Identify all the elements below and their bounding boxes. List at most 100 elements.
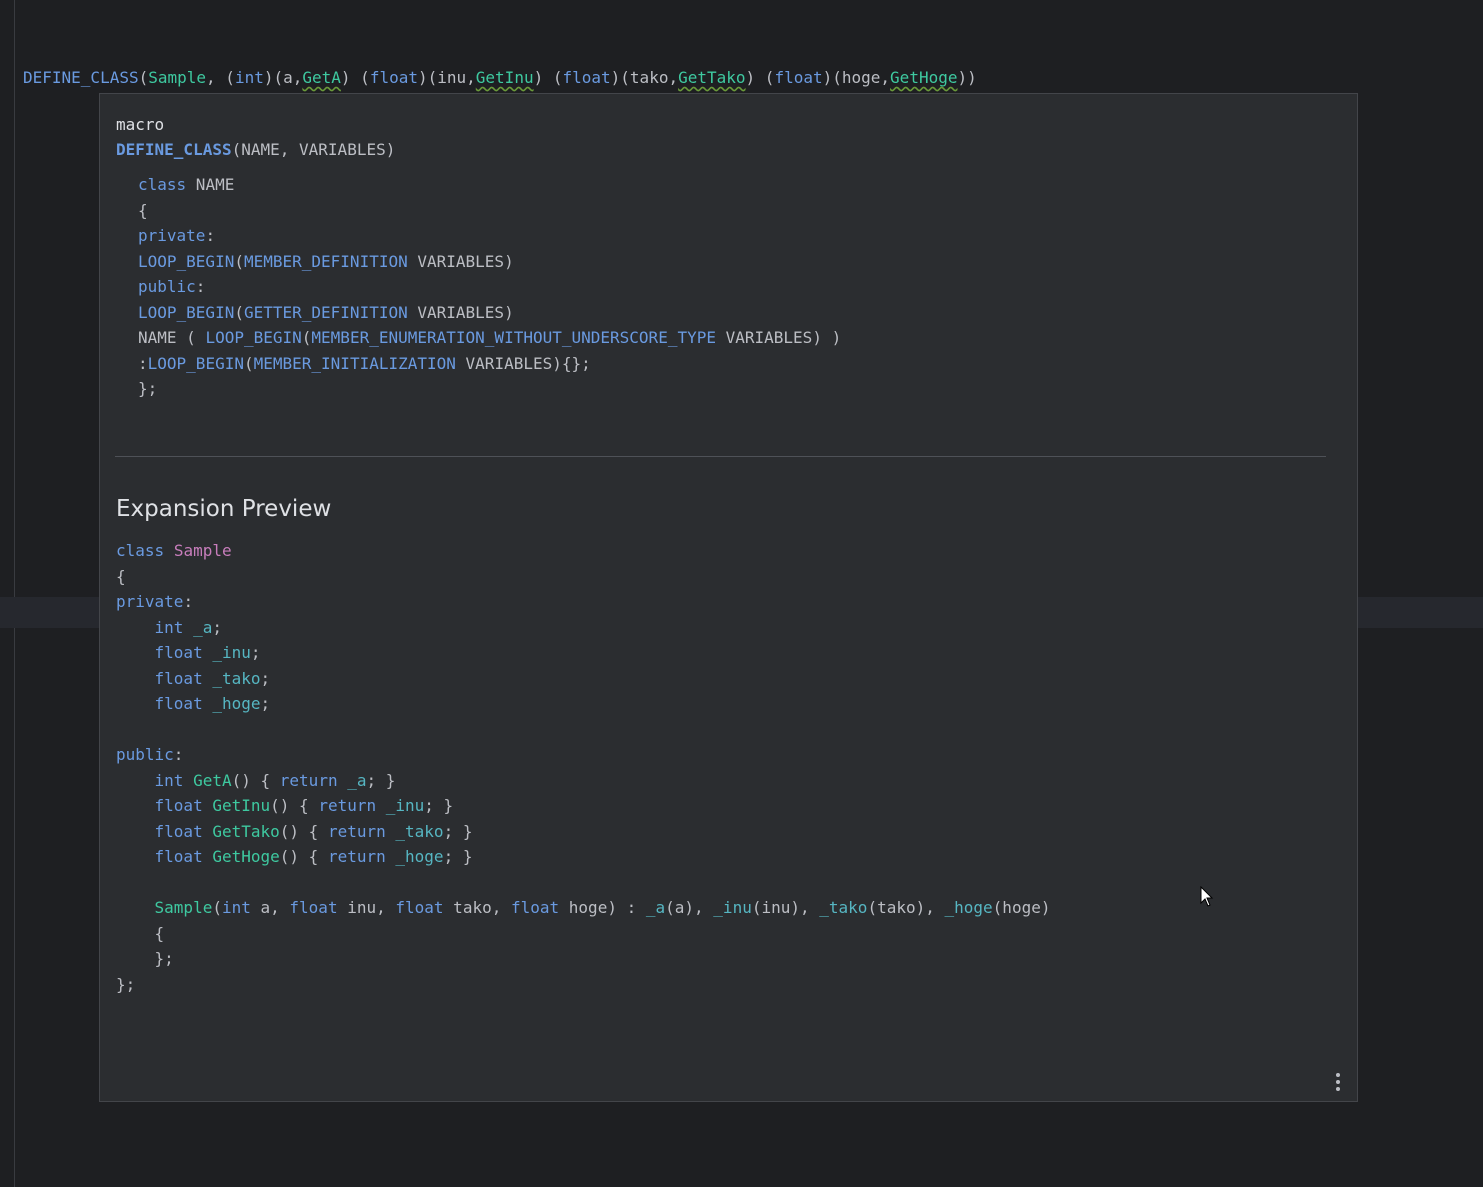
code-token: : [183,592,194,611]
code-token: VARIABLES) ) [715,328,842,347]
code-token: }; [154,949,174,968]
code-token: )(inu, [417,68,476,87]
code-token: }; [116,974,136,994]
code-token: tako, [443,898,511,917]
warning-token[interactable]: GetHoge [890,68,957,87]
code-token: float [154,796,203,815]
editor-code-line[interactable]: DEFINE_CLASS(Sample, (int)(a,GetA) (floa… [23,67,977,89]
code-token: return [318,796,377,815]
code-token: GETTER_DEFINITION [243,302,408,322]
code-token: float [395,898,444,917]
code-token: int [221,898,251,917]
code-token: class [138,175,187,194]
code-token: _a [645,898,666,917]
code-token: )(a, [263,68,303,87]
code-token: LOOP_BEGIN [138,302,235,322]
code-token: (a) [665,898,695,917]
code-token: Sample [154,898,213,917]
code-token: { [138,200,148,220]
code-token: )) [957,68,977,87]
code-token: VARIABLES) [407,251,514,271]
code-token: )(hoge, [822,68,891,87]
code-token: float [369,68,418,87]
code-token: float [510,898,560,917]
code-token: (inu) [751,898,800,917]
macro-name: DEFINE_CLASS [116,140,232,159]
code-token: GetHoge [212,847,280,866]
code-token: ) ( [533,68,563,87]
code-token: (tako) [867,898,926,917]
macro-params: (NAME, VARIABLES) [231,140,396,159]
editor-gutter-divider [14,0,15,1187]
code-token: inu, [337,898,396,917]
code-token: float [774,68,823,87]
code-token: _a [347,770,367,790]
macro-signature: DEFINE_CLASS(NAME, VARIABLES) [116,137,395,163]
code-token: MEMBER_INITIALIZATION [253,353,456,373]
code-token: float [562,68,611,87]
code-token: float [154,643,203,662]
code-token: public [138,277,196,296]
code-token: float [154,694,203,713]
code-token: GetTako [212,821,280,841]
macro-definition: class NAME{private: LOOP_BEGIN(MEMBER_DEF… [138,172,841,402]
code-token: _inu [212,643,251,662]
code-token: _inu [713,898,752,917]
code-token: GetInu [212,796,271,815]
code-token: , ( [206,68,235,87]
code-token: : [205,226,216,245]
code-token: ( [243,353,254,373]
warning-token[interactable]: GetA [302,68,341,87]
code-token: _hoge [212,694,261,713]
more-options-icon[interactable] [1333,1071,1343,1093]
code-token: _inu [385,796,425,815]
code-token: LOOP_BEGIN [147,353,244,373]
code-token: : [195,277,206,296]
code-token: private [116,592,184,611]
popup-divider [115,456,1326,457]
code-token: ( [301,328,312,347]
code-token: return [327,847,386,866]
code-token: _hoge [944,898,993,917]
code-token: a, [250,898,290,917]
code-token: ) ( [340,68,370,87]
code-token: Sample [148,68,207,87]
code-token: VARIABLES) [407,302,514,322]
expansion-preview-code: class Sample{private: int _a; float _inu… [116,541,1051,994]
mouse-cursor-icon [1200,886,1214,907]
symbol-kind: macro [116,115,165,134]
quick-documentation-popup[interactable]: macro DEFINE_CLASS(NAME, VARIABLES) clas… [99,93,1358,1102]
code-token: float [154,668,203,688]
code-token: NAME [186,175,235,194]
code-token: }; [138,379,158,398]
code-token: : [173,745,184,764]
code-token: )(tako, [610,68,679,87]
code-token: _tako [212,668,261,688]
code-token: GetA [193,770,232,790]
code-token: MEMBER_ENUMERATION_WITHOUT_UNDERSCORE_TY… [311,328,716,347]
code-token: _hoge [395,847,444,866]
code-token: _tako [395,821,444,841]
expansion-preview-title: Expansion Preview [116,496,332,522]
code-token: hoge) : [559,898,646,917]
warning-token[interactable]: GetInu [476,68,534,87]
code-token: NAME ( [138,328,206,347]
code-token: ( [234,302,244,322]
code-token: VARIABLES){}; [455,353,591,373]
code-token: _tako [819,898,868,917]
warning-token[interactable]: GetTako [678,68,745,87]
code-token: (hoge) [992,898,1051,917]
code-token: int [154,617,184,637]
code-token: ) ( [745,68,775,87]
code-token: float [289,898,338,917]
code-token: ( [138,68,149,87]
code-token: Sample [173,541,232,560]
code-token: MEMBER_DEFINITION [243,251,408,271]
code-token: : [138,353,148,373]
code-token: return [279,770,338,790]
code-token: { [154,923,165,943]
code-token: float [154,821,203,841]
code-token: return [327,821,386,841]
macro-call-name[interactable]: DEFINE_CLASS [23,68,139,87]
code-token: int [154,770,184,790]
